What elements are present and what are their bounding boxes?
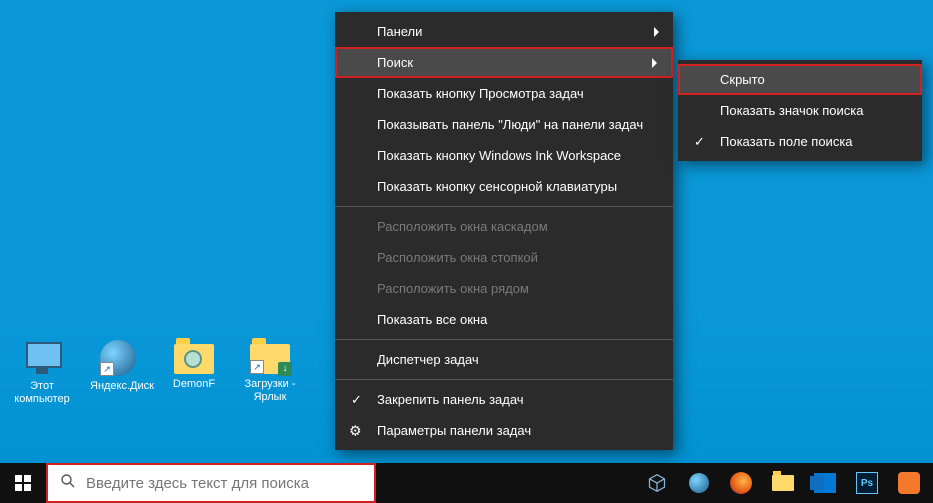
taskbar-icon-yandex-disk[interactable] bbox=[679, 463, 719, 503]
taskbar-icon-photoshop[interactable]: Ps bbox=[847, 463, 887, 503]
icon-label: Яндекс.Диск bbox=[90, 380, 146, 393]
menu-item-stack: Расположить окна стопкой bbox=[335, 242, 673, 273]
monitor-icon bbox=[20, 340, 64, 376]
taskbar-search[interactable] bbox=[46, 463, 376, 503]
taskbar-pinned-apps: Ps bbox=[637, 463, 933, 503]
menu-separator bbox=[335, 339, 673, 340]
outlook-icon bbox=[814, 473, 836, 493]
menu-item-ink[interactable]: Показать кнопку Windows Ink Workspace bbox=[335, 140, 673, 171]
icon-label: Этот компьютер bbox=[14, 380, 70, 406]
shortcut-badge: ↗ bbox=[250, 360, 264, 374]
menu-separator bbox=[335, 379, 673, 380]
shortcut-badge: ↗ bbox=[100, 362, 114, 376]
search-icon bbox=[60, 473, 76, 493]
menu-item-showall[interactable]: Показать все окна bbox=[335, 304, 673, 335]
menu-item-people[interactable]: Показывать панель "Люди" на панели задач bbox=[335, 109, 673, 140]
taskbar-icon-virtualbox[interactable] bbox=[637, 463, 677, 503]
desktop-icon-this-pc[interactable]: Этот компьютер bbox=[14, 340, 70, 406]
menu-separator bbox=[335, 206, 673, 207]
taskbar-icon-outlook[interactable] bbox=[805, 463, 845, 503]
icon-label: Загрузки - Ярлык bbox=[242, 378, 298, 404]
windows-logo-icon bbox=[15, 475, 31, 491]
menu-item-lock-taskbar[interactable]: Закрепить панель задач bbox=[335, 384, 673, 415]
search-input[interactable] bbox=[86, 475, 362, 492]
submenu-item-show-icon[interactable]: Показать значок поиска bbox=[678, 95, 922, 126]
firefox-icon bbox=[730, 472, 752, 494]
desktop-icons: Этот компьютер ↗ Яндекс.Диск DemonF ↓↗ З… bbox=[14, 340, 298, 406]
submenu-item-show-field[interactable]: Показать поле поиска bbox=[678, 126, 922, 157]
menu-item-taskmgr[interactable]: Диспетчер задач bbox=[335, 344, 673, 375]
desktop-icon-downloads[interactable]: ↓↗ Загрузки - Ярлык bbox=[242, 340, 298, 406]
disk-icon: ↗ bbox=[100, 340, 136, 376]
submenu-item-hidden[interactable]: Скрыто bbox=[678, 64, 922, 95]
folder-icon: ↓↗ bbox=[250, 344, 290, 374]
menu-item-touchkb[interactable]: Показать кнопку сенсорной клавиатуры bbox=[335, 171, 673, 202]
taskbar: Ps bbox=[0, 463, 933, 503]
taskbar-icon-firefox[interactable] bbox=[721, 463, 761, 503]
desktop-icon-demonf[interactable]: DemonF bbox=[166, 340, 222, 406]
taskbar-icon-blender[interactable] bbox=[889, 463, 929, 503]
blender-icon bbox=[898, 472, 920, 494]
desktop-icon-yandex-disk[interactable]: ↗ Яндекс.Диск bbox=[90, 340, 146, 406]
menu-item-panels[interactable]: Панели bbox=[335, 16, 673, 47]
menu-item-search[interactable]: Поиск bbox=[335, 47, 673, 78]
cube-icon bbox=[647, 473, 667, 493]
folder-icon bbox=[174, 344, 214, 374]
desktop[interactable]: Этот компьютер ↗ Яндекс.Диск DemonF ↓↗ З… bbox=[0, 0, 933, 503]
icon-label: DemonF bbox=[166, 378, 222, 391]
start-button[interactable] bbox=[0, 463, 46, 503]
folder-icon bbox=[772, 475, 794, 491]
photoshop-icon: Ps bbox=[856, 472, 878, 494]
menu-item-cascade: Расположить окна каскадом bbox=[335, 211, 673, 242]
disk-icon bbox=[689, 473, 709, 493]
menu-item-taskbar-settings[interactable]: Параметры панели задач bbox=[335, 415, 673, 446]
menu-item-taskview[interactable]: Показать кнопку Просмотра задач bbox=[335, 78, 673, 109]
search-submenu: Скрыто Показать значок поиска Показать п… bbox=[678, 60, 922, 161]
menu-item-side: Расположить окна рядом bbox=[335, 273, 673, 304]
taskbar-icon-explorer[interactable] bbox=[763, 463, 803, 503]
taskbar-context-menu: Панели Поиск Показать кнопку Просмотра з… bbox=[335, 12, 673, 450]
